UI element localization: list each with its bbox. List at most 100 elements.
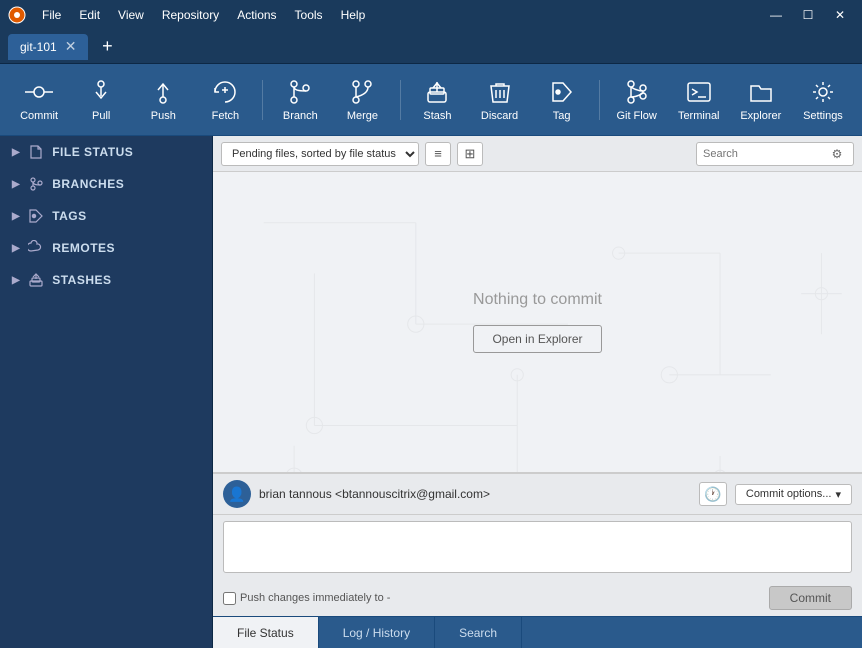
tabbar: git-101 ✕ + <box>0 30 862 64</box>
discard-button[interactable]: Discard <box>470 70 528 130</box>
explorer-icon <box>747 78 775 106</box>
sidebar-item-remotes[interactable]: ▶ REMOTES <box>0 232 212 264</box>
new-tab-button[interactable]: + <box>94 34 120 60</box>
commit-label: Commit <box>20 110 58 122</box>
chevron-icon: ▶ <box>12 211 20 222</box>
commit-icon <box>25 78 53 106</box>
commit-message-input[interactable] <box>223 521 852 573</box>
gitflow-button[interactable]: Git Flow <box>608 70 666 130</box>
chevron-icon: ▶ <box>12 179 20 190</box>
stash-button[interactable]: Stash <box>408 70 466 130</box>
chevron-icon: ▶ <box>12 243 20 254</box>
avatar: 👤 <box>223 480 251 508</box>
tag-label: Tag <box>553 110 571 122</box>
fetch-icon <box>211 78 239 106</box>
tab-log-history-label: Log / History <box>343 626 410 640</box>
menu-help[interactable]: Help <box>333 6 374 24</box>
stash-sidebar-icon <box>28 272 44 288</box>
sidebar-label-file-status: FILE STATUS <box>52 145 133 159</box>
tab-search[interactable]: Search <box>435 617 522 648</box>
settings-label: Settings <box>803 110 843 122</box>
explorer-label: Explorer <box>740 110 781 122</box>
tag-icon <box>548 78 576 106</box>
sidebar-item-stashes[interactable]: ▶ STASHES <box>0 264 212 296</box>
sidebar-label-branches: BRANCHES <box>52 177 124 191</box>
titlebar-menu: File Edit View Repository Actions Tools … <box>34 6 754 24</box>
push-changes-text: Push changes immediately to - <box>240 592 390 604</box>
settings-icon <box>809 78 837 106</box>
push-changes-label[interactable]: Push changes immediately to - <box>223 592 390 605</box>
branch-icon <box>286 78 314 106</box>
menu-repository[interactable]: Repository <box>154 6 227 24</box>
terminal-label: Terminal <box>678 110 720 122</box>
file-icon <box>28 144 44 160</box>
bottom-tabs: File Status Log / History Search <box>213 616 862 648</box>
minimize-button[interactable]: — <box>762 5 790 25</box>
commit-button[interactable]: Commit <box>10 70 68 130</box>
close-button[interactable]: ✕ <box>826 5 854 25</box>
branch-button[interactable]: Branch <box>271 70 329 130</box>
commit-options-button[interactable]: Commit options... ▾ <box>735 484 852 505</box>
maximize-button[interactable]: ☐ <box>794 5 822 25</box>
merge-button[interactable]: Merge <box>333 70 391 130</box>
cloud-icon <box>28 240 44 256</box>
sidebar-item-tags[interactable]: ▶ TAGS <box>0 200 212 232</box>
fetch-button[interactable]: Fetch <box>196 70 254 130</box>
push-button[interactable]: Push <box>134 70 192 130</box>
commit-footer: Push changes immediately to - Commit <box>213 582 862 616</box>
fetch-label: Fetch <box>212 110 240 122</box>
titlebar-controls: — ☐ ✕ <box>762 5 854 25</box>
empty-message: Nothing to commit <box>473 291 602 309</box>
commit-options-label: Commit options... <box>746 488 832 500</box>
gitflow-icon <box>623 78 651 106</box>
commit-panel-header: 👤 brian tannous <btannouscitrix@gmail.co… <box>213 474 862 515</box>
menu-tools[interactable]: Tools <box>287 6 331 24</box>
pull-icon <box>87 78 115 106</box>
pull-label: Pull <box>92 110 110 122</box>
pull-button[interactable]: Pull <box>72 70 130 130</box>
branch-label: Branch <box>283 110 318 122</box>
tab-log-history[interactable]: Log / History <box>319 617 435 648</box>
grid-view-button[interactable]: ⊞ <box>457 142 483 166</box>
commit-panel: 👤 brian tannous <btannouscitrix@gmail.co… <box>213 472 862 616</box>
list-view-button[interactable]: ≡ <box>425 142 451 166</box>
search-settings-icon[interactable]: ⚙ <box>827 144 847 164</box>
commit-action-button[interactable]: Commit <box>769 586 852 610</box>
push-label: Push <box>151 110 176 122</box>
open-explorer-button[interactable]: Open in Explorer <box>473 325 601 353</box>
tag-sidebar-icon <box>28 208 44 224</box>
toolbar-separator-3 <box>599 80 600 120</box>
settings-button[interactable]: Settings <box>794 70 852 130</box>
tab-file-status-label: File Status <box>237 626 294 640</box>
tab-git-101[interactable]: git-101 ✕ <box>8 34 88 60</box>
menu-file[interactable]: File <box>34 6 69 24</box>
merge-icon <box>348 78 376 106</box>
filter-select[interactable]: Pending files, sorted by file status Pen… <box>221 142 419 166</box>
sidebar-label-tags: TAGS <box>52 209 86 223</box>
content-toolbar: Pending files, sorted by file status Pen… <box>213 136 862 172</box>
sidebar-item-file-status[interactable]: ▶ FILE STATUS <box>0 136 212 168</box>
push-changes-checkbox[interactable] <box>223 592 236 605</box>
sidebar-item-branches[interactable]: ▶ BRANCHES <box>0 168 212 200</box>
discard-icon <box>486 78 514 106</box>
tab-close-button[interactable]: ✕ <box>65 38 77 55</box>
menu-actions[interactable]: Actions <box>229 6 284 24</box>
tab-label: git-101 <box>20 40 57 54</box>
toolbar: Commit Pull Push Fetch <box>0 64 862 136</box>
explorer-button[interactable]: Explorer <box>732 70 790 130</box>
search-input[interactable] <box>703 148 823 160</box>
tab-search-label: Search <box>459 626 497 640</box>
push-icon <box>149 78 177 106</box>
menu-edit[interactable]: Edit <box>71 6 108 24</box>
menu-view[interactable]: View <box>110 6 152 24</box>
stash-label: Stash <box>423 110 451 122</box>
content-area: Pending files, sorted by file status Pen… <box>213 136 862 648</box>
search-box: ⚙ <box>696 142 854 166</box>
chevron-down-icon: ▾ <box>835 488 841 501</box>
history-button[interactable]: 🕐 <box>699 482 727 506</box>
terminal-button[interactable]: Terminal <box>670 70 728 130</box>
branch-sidebar-icon <box>28 176 44 192</box>
tag-button[interactable]: Tag <box>533 70 591 130</box>
commit-user: brian tannous <btannouscitrix@gmail.com> <box>259 487 691 501</box>
tab-file-status[interactable]: File Status <box>213 617 319 648</box>
